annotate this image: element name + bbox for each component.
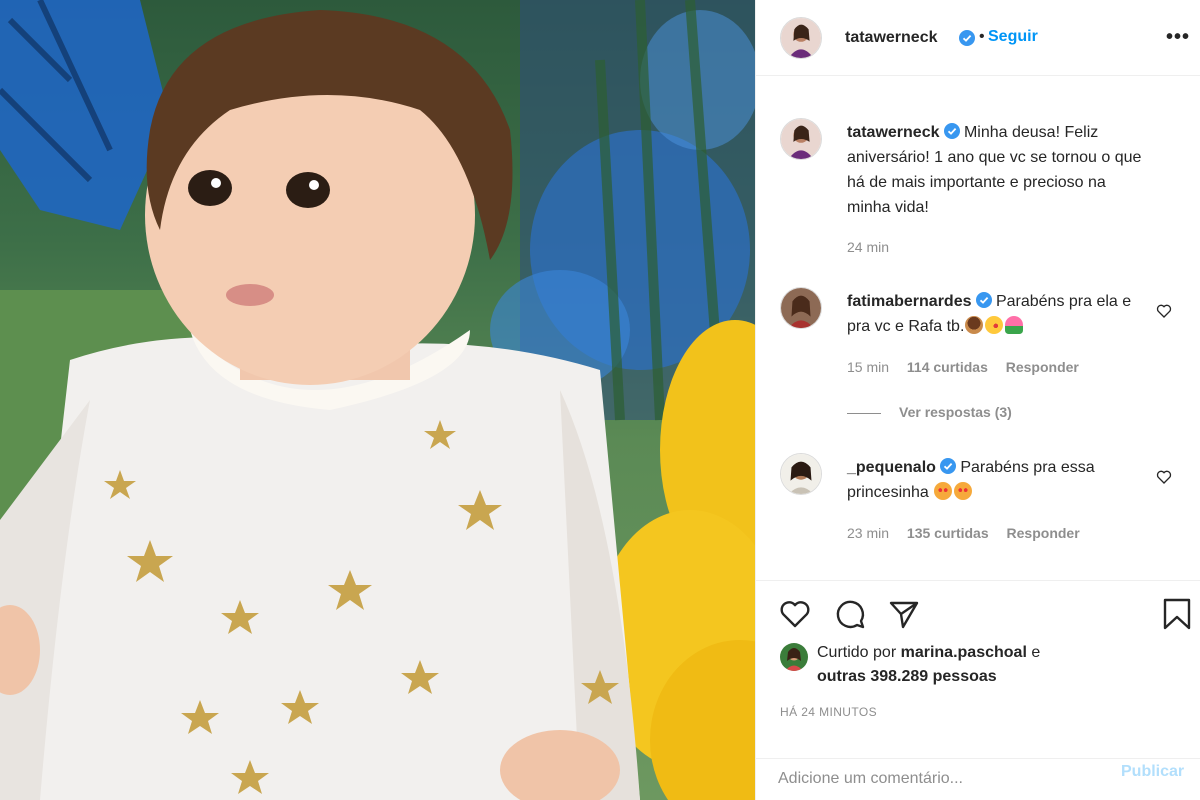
verified-badge-icon (975, 292, 992, 308)
comment-time[interactable]: 23 min (847, 525, 889, 541)
cake-emoji (965, 316, 984, 334)
separator-dot: • (979, 28, 985, 45)
bookmark-icon[interactable] (1160, 597, 1194, 631)
comment-icon[interactable] (833, 597, 867, 631)
post-photo[interactable] (0, 0, 755, 800)
comment-body: fatimabernardes Parabéns pra ela e pra v… (847, 289, 1152, 339)
caption-meta: 24 min (847, 239, 903, 255)
post-header: tatawerneck • Seguir ••• (756, 0, 1200, 76)
replies-divider (847, 412, 881, 414)
more-options-icon[interactable]: ••• (1166, 26, 1190, 49)
caption-username[interactable]: tatawerneck (847, 124, 940, 141)
kiss-emoji (985, 316, 1004, 334)
comment-likes[interactable]: 135 curtidas (907, 525, 989, 541)
add-comment-bar: Publicar (756, 758, 1200, 800)
comments-list[interactable]: tatawerneck Minha deusa! Feliz aniversár… (756, 77, 1200, 580)
commenter-avatar[interactable] (780, 287, 822, 329)
author-avatar[interactable] (780, 17, 822, 59)
comment-time[interactable]: 15 min (847, 359, 889, 375)
verified-badge-icon (943, 123, 960, 139)
like-comment-heart-icon[interactable] (1156, 303, 1172, 319)
baby-photo-illustration (0, 0, 755, 800)
post-timestamp[interactable]: HÁ 24 MINUTOS (780, 705, 877, 719)
view-replies-button[interactable]: Ver respostas (3) (847, 404, 1012, 420)
caption-body: tatawerneck Minha deusa! Feliz aniversár… (847, 120, 1152, 220)
author-username[interactable]: tatawerneck (845, 29, 938, 47)
verified-badge-icon (939, 458, 956, 474)
tulip-emoji (1005, 316, 1024, 334)
verified-badge-icon (959, 30, 975, 46)
heart-icon[interactable] (778, 597, 812, 631)
post-side-panel: tatawerneck • Seguir ••• tatawerneck Min… (755, 0, 1200, 800)
view-replies-label: Ver respostas (3) (899, 404, 1012, 420)
caption-avatar[interactable] (780, 118, 822, 160)
commenter-avatar[interactable] (780, 453, 822, 495)
post-comment-button[interactable]: Publicar (1121, 763, 1184, 781)
like-comment-heart-icon[interactable] (1156, 469, 1172, 485)
comment-username[interactable]: _pequenalo (847, 459, 936, 476)
reply-button[interactable]: Responder (1006, 359, 1079, 375)
liked-others[interactable]: outras 398.289 pessoas (817, 668, 997, 685)
liked-by-text: Curtido por marina.paschoal e outras 398… (817, 641, 1177, 689)
comment-meta: 23 min 135 curtidas Responder (847, 525, 1094, 541)
share-icon[interactable] (887, 597, 921, 631)
comment-meta: 15 min 114 curtidas Responder (847, 359, 1093, 375)
comment-username[interactable]: fatimabernardes (847, 293, 972, 310)
post-actions: Curtido por marina.paschoal e outras 398… (756, 580, 1200, 758)
liked-user[interactable]: marina.paschoal (901, 644, 1027, 661)
heart-eyes-cat-emoji (934, 482, 953, 500)
liked-prefix: Curtido por (817, 644, 897, 661)
comment-body: _pequenalo Parabéns pra essa princesinha (847, 455, 1152, 505)
reply-button[interactable]: Responder (1007, 525, 1080, 541)
comment-likes[interactable]: 114 curtidas (907, 359, 988, 375)
caption-time[interactable]: 24 min (847, 239, 889, 255)
liker-avatar[interactable] (780, 643, 808, 671)
liked-and: e (1031, 644, 1041, 661)
comment-input[interactable] (778, 760, 1108, 798)
heart-eyes-cat-emoji (954, 482, 973, 500)
follow-button[interactable]: Seguir (988, 28, 1038, 46)
